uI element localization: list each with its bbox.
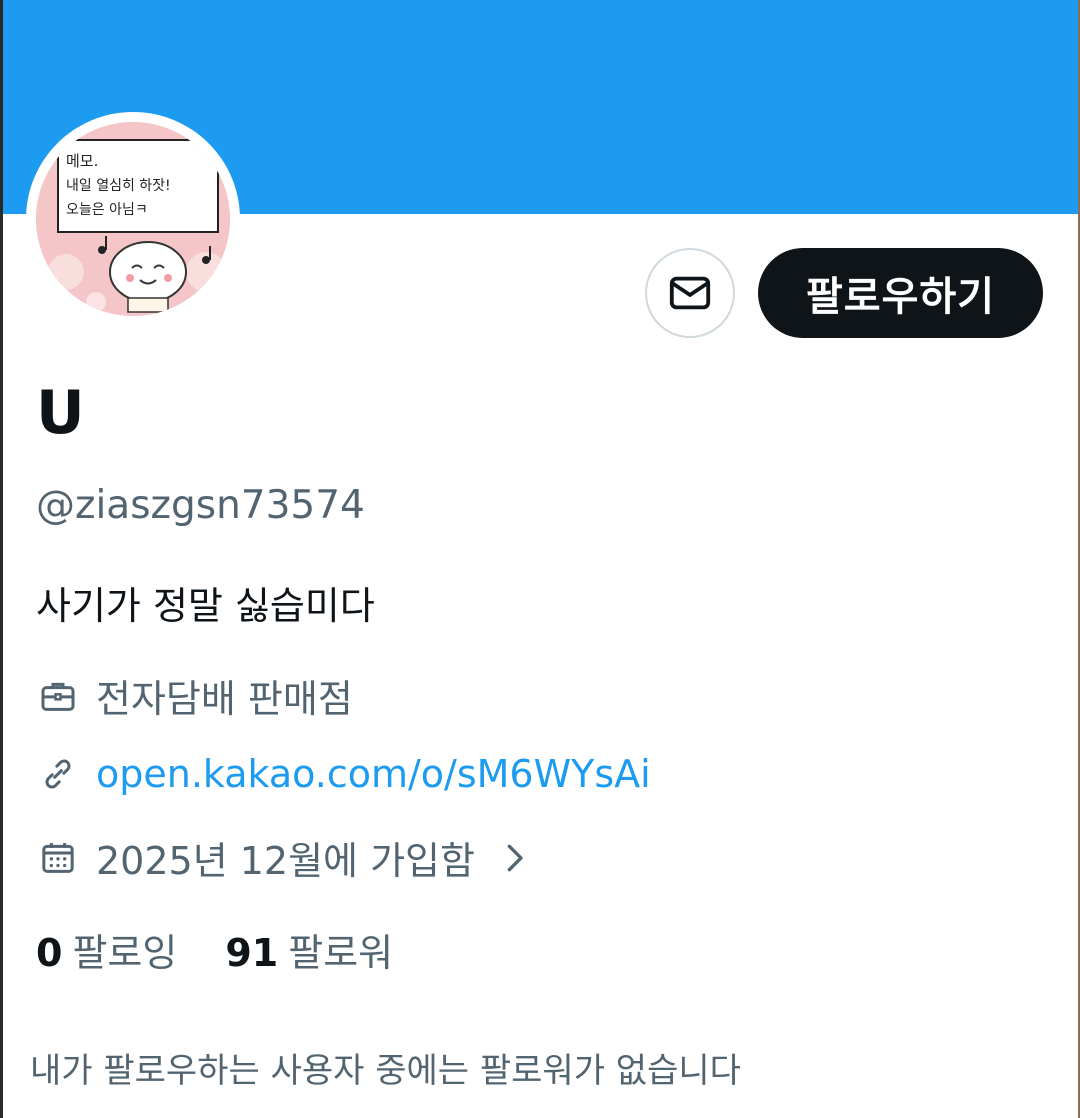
profile-bio: 사기가 정말 싫습미다 [36, 584, 375, 628]
profile-link[interactable]: open.kakao.com/o/sM6WYsAi [96, 752, 651, 796]
calendar-icon [38, 838, 78, 878]
avatar-drawing: 메모. 내일 열심히 하잣! 오늘은 아님ㅋ [36, 122, 230, 316]
followers-label: 팔로워 [288, 931, 394, 975]
following-stat[interactable]: 0 팔로잉 [36, 922, 177, 977]
profile-page: 메모. 내일 열심히 하잣! 오늘은 아님ㅋ 팔로우하기 U @ziaszgsn… [0, 0, 1080, 1118]
profile-work-row: 전자담배 판매점 [38, 668, 353, 723]
follow-stats: 0 팔로잉 91 팔로워 [36, 922, 393, 977]
avatar-note-line-1: 메모. [66, 152, 98, 170]
avatar-image: 메모. 내일 열심히 하잣! 오늘은 아님ㅋ [36, 122, 230, 316]
profile-avatar[interactable]: 메모. 내일 열심히 하잣! 오늘은 아님ㅋ [26, 112, 240, 326]
link-icon [38, 754, 78, 794]
chevron-right-icon[interactable] [501, 838, 531, 878]
avatar-note-line-3: 오늘은 아님ㅋ [66, 202, 148, 218]
profile-link-row[interactable]: open.kakao.com/o/sM6WYsAi [38, 752, 651, 796]
envelope-icon [669, 276, 711, 310]
briefcase-icon [38, 676, 78, 716]
profile-joined-date: 2025년 12월에 가입함 [96, 839, 475, 883]
profile-joined-row[interactable]: 2025년 12월에 가입함 [38, 830, 531, 885]
follow-button[interactable]: 팔로우하기 [758, 248, 1043, 338]
profile-work: 전자담배 판매점 [96, 677, 353, 721]
followers-you-know-note: 내가 팔로우하는 사용자 중에는 팔로워가 없습니다 [30, 1051, 741, 1091]
following-count: 0 [36, 931, 63, 975]
user-handle: @ziaszgsn73574 [36, 483, 365, 528]
message-button[interactable] [645, 248, 735, 338]
avatar-note-line-2: 내일 열심히 하잣! [66, 178, 171, 194]
followers-stat[interactable]: 91 팔로워 [225, 922, 393, 977]
followers-count: 91 [225, 931, 279, 975]
following-label: 팔로잉 [72, 931, 178, 975]
display-name: U [36, 378, 85, 448]
